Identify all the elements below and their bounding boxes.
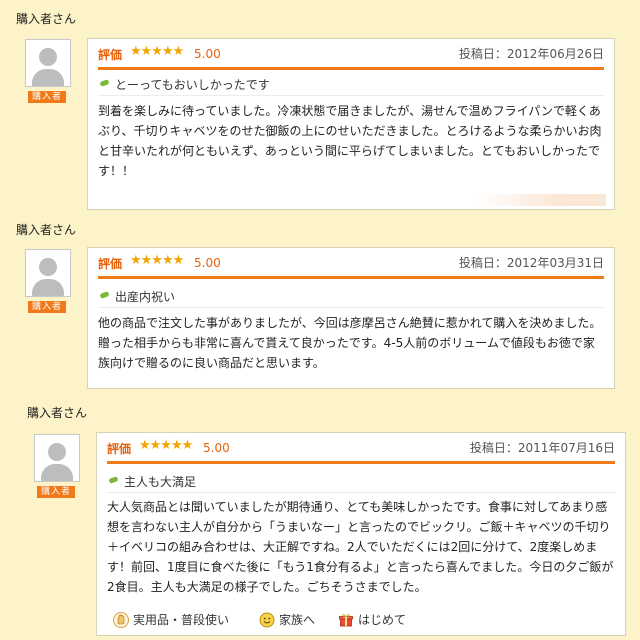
buyer-badge: 購入者 [28,301,66,313]
star-rating-icon: ★★★★★ [139,438,193,453]
rating-score: 5.00 [194,256,221,270]
tag-recipient: 家族へ [259,611,315,628]
review-body: 到着を楽しみに待っていました。冷凍状態で届きましたが、湯せんで温めフライパンで軽… [98,104,602,178]
review-title: 出産内祝い [115,290,176,304]
pencil-icon [109,476,118,484]
avatar [25,249,71,297]
review-header: 評価 ★★★★★ 5.00 投稿日：2012年06月26日 [98,39,604,70]
gift-icon [339,613,353,626]
tag-label: 実用品・普段使い [133,613,230,627]
rating-label: 評価 [98,257,123,271]
post-date: 投稿日：2011年07月16日 [469,441,615,455]
pencil-icon [100,79,109,87]
tag-usage: 実用品・普段使い [113,611,229,628]
rating-score: 5.00 [194,47,221,61]
review-card: 評価 ★★★★★ 5.00 投稿日：2012年06月26日 とーってもおいしかっ… [87,38,615,210]
reviewer-avatar-block: 購入者 [34,434,80,498]
rating-label: 評価 [98,48,123,62]
review-body: 他の商品で注文した事がありましたが、今回は彦摩呂さん絶賛に惹かれて購入を決めまし… [98,316,602,370]
smiley-icon [259,612,275,627]
reviewer-name: 購入者さん [16,12,77,26]
avatar [25,39,71,87]
avatar [34,434,80,482]
review-header: 評価 ★★★★★ 5.00 投稿日：2012年03月31日 [98,248,604,279]
buyer-badge: 購入者 [28,91,66,103]
reviewer-avatar-block: 購入者 [25,39,71,103]
rating-label: 評価 [107,442,132,456]
post-date: 投稿日：2012年03月31日 [458,256,604,270]
tag-purchase-count: はじめて [338,611,406,628]
hand-icon [113,611,129,628]
rating-score: 5.00 [203,441,230,455]
review-body: 大人気商品とは聞いていましたが期待通り、とても美味しかったです。食事に対してあま… [107,500,614,594]
reviews-page: 購入者さん 購入者 評価 ★★★★★ 5.00 投稿日：2012年06月26日 … [0,0,640,640]
buyer-badge: 購入者 [37,486,75,498]
review-card: 評価 ★★★★★ 5.00 投稿日：2011年07月16日 主人も大満足 大人気… [96,432,626,636]
pencil-icon [100,291,109,299]
review-title-row: 主人も大満足 [107,472,615,493]
review-title-row: 出産内祝い [98,287,604,308]
review-title: 主人も大満足 [124,475,197,489]
review-title: とーってもおいしかったです [115,78,270,92]
reviewer-name: 購入者さん [27,406,88,420]
review-header: 評価 ★★★★★ 5.00 投稿日：2011年07月16日 [107,433,615,464]
reviewer-name: 購入者さん [16,223,77,237]
review-card: 評価 ★★★★★ 5.00 投稿日：2012年03月31日 出産内祝い 他の商品… [87,247,615,389]
review-title-row: とーってもおいしかったです [98,75,604,96]
tag-label: 家族へ [279,613,316,627]
star-rating-icon: ★★★★★ [130,253,184,268]
post-date: 投稿日：2012年06月26日 [458,47,604,61]
tag-label: はじめて [358,613,407,627]
star-rating-icon: ★★★★★ [130,44,184,59]
review-tags: 実用品・普段使い 家族へ はじめて [107,611,615,631]
reviewer-avatar-block: 購入者 [25,249,71,313]
